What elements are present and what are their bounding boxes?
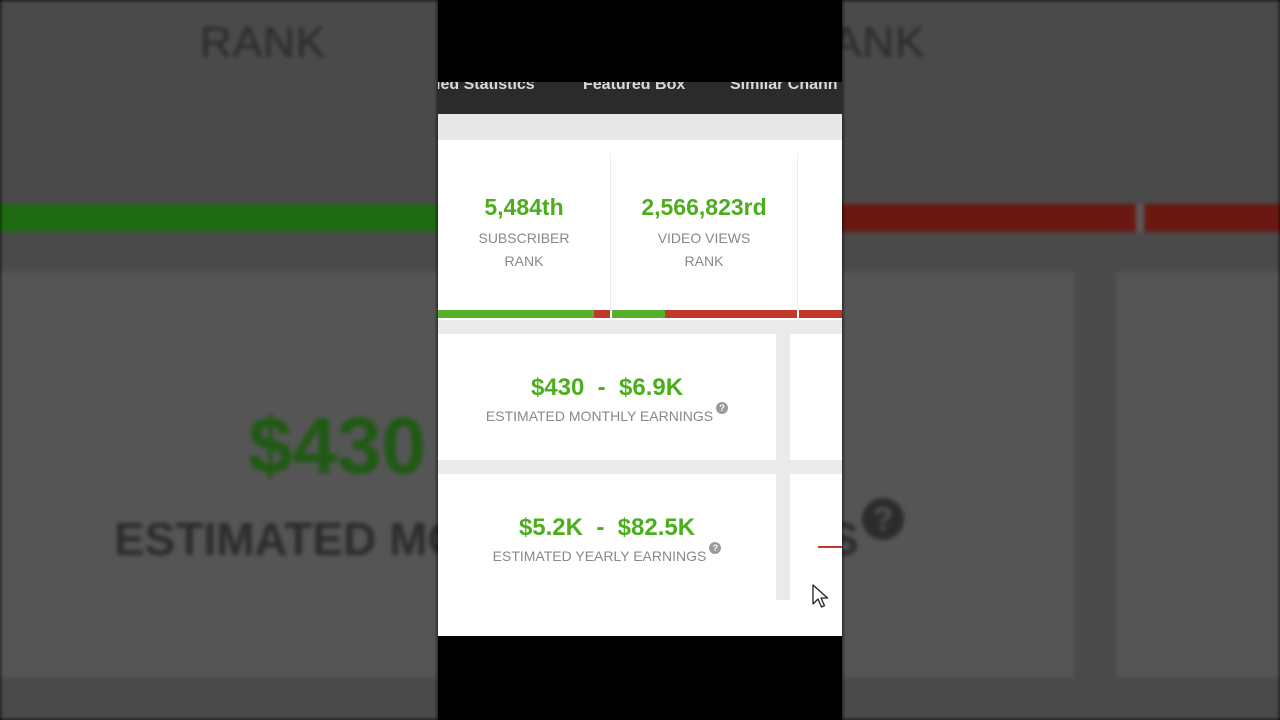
stats-page: led Statistics Featured Box Similar Chan… [438,82,842,636]
help-icon[interactable]: ? [709,542,722,554]
backdrop-rank-text: RANK [200,18,327,67]
mouse-cursor-icon [812,584,829,608]
video-views-rank-bar-red [665,310,797,318]
yearly-earnings-label: ESTIMATED YEARLY EARNINGS [492,548,707,564]
yearly-earnings-card: $5.2K - $82.5K ESTIMATED YEARLY EARNINGS… [438,474,776,600]
video-views-rank-label: VIDEO VIEWS RANK [611,227,797,273]
blurred-backdrop-right: ANK S ? [842,0,1280,720]
backdrop-panel [1116,272,1280,678]
video-views-rank-card: 2,566,823rd VIDEO VIEWS RANK [611,140,797,320]
video-views-rank-label-line2: RANK [684,253,724,269]
subscriber-rank-bar-red [594,310,610,318]
video-views-rank-label-line1: VIDEO VIEWS [657,230,751,246]
stats-navbar: led Statistics Featured Box Similar Chan… [438,82,842,114]
red-dash-mark [818,546,842,548]
subscriber-rank-card: 5,484th SUBSCRIBER RANK [438,140,610,320]
help-icon[interactable]: ? [716,402,729,414]
video-frame: led Statistics Featured Box Similar Chan… [438,0,842,720]
monthly-earnings-label: ESTIMATED MONTHLY EARNINGS [485,408,714,424]
backdrop-red-bar [842,204,1280,232]
next-rank-bar-red [799,310,842,318]
subscriber-rank-value: 5,484th [484,194,564,220]
tab-similar-channels[interactable]: Similar Chann [730,82,838,94]
monthly-earnings-range: $430 - $6.9K [530,374,684,401]
tab-detailed-statistics[interactable]: led Statistics [438,82,535,94]
backdrop-s-fragment: S [842,513,859,565]
blurred-backdrop-left: RANK $430 ESTIMATED MO [0,0,438,720]
rank-section: 5,484th SUBSCRIBER RANK 2,566,823rd VIDE… [438,140,842,320]
monthly-earnings-card: $430 - $6.9K ESTIMATED MONTHLY EARNINGS? [438,334,776,460]
card-divider [797,154,798,314]
backdrop-bar-gap [1136,204,1144,232]
subscriber-rank-bar-green [438,310,594,318]
subscriber-rank-label-line2: RANK [504,253,544,269]
backdrop-panel [842,272,1074,678]
video-views-rank-bar-green [612,310,665,318]
separator-strip [438,114,842,140]
side-card [790,474,842,600]
yearly-earnings-range: $5.2K - $82.5K [518,514,696,541]
video-views-rank-value: 2,566,823rd [641,194,767,220]
yearly-earnings-label-row: ESTIMATED YEARLY EARNINGS? [438,542,776,564]
backdrop-big-value: $430 [248,401,426,490]
subscriber-rank-label-line1: SUBSCRIBER [478,230,570,246]
backdrop-green-bar [0,204,438,232]
side-card [790,334,842,460]
tab-featured-box[interactable]: Featured Box [583,82,685,94]
backdrop-help-icon: ? [862,498,904,540]
backdrop-estimated-text: ESTIMATED MO [114,513,438,565]
subscriber-rank-label: SUBSCRIBER RANK [438,227,610,273]
monthly-earnings-label-row: ESTIMATED MONTHLY EARNINGS? [438,402,776,424]
backdrop-rank-text: ANK [842,18,926,67]
